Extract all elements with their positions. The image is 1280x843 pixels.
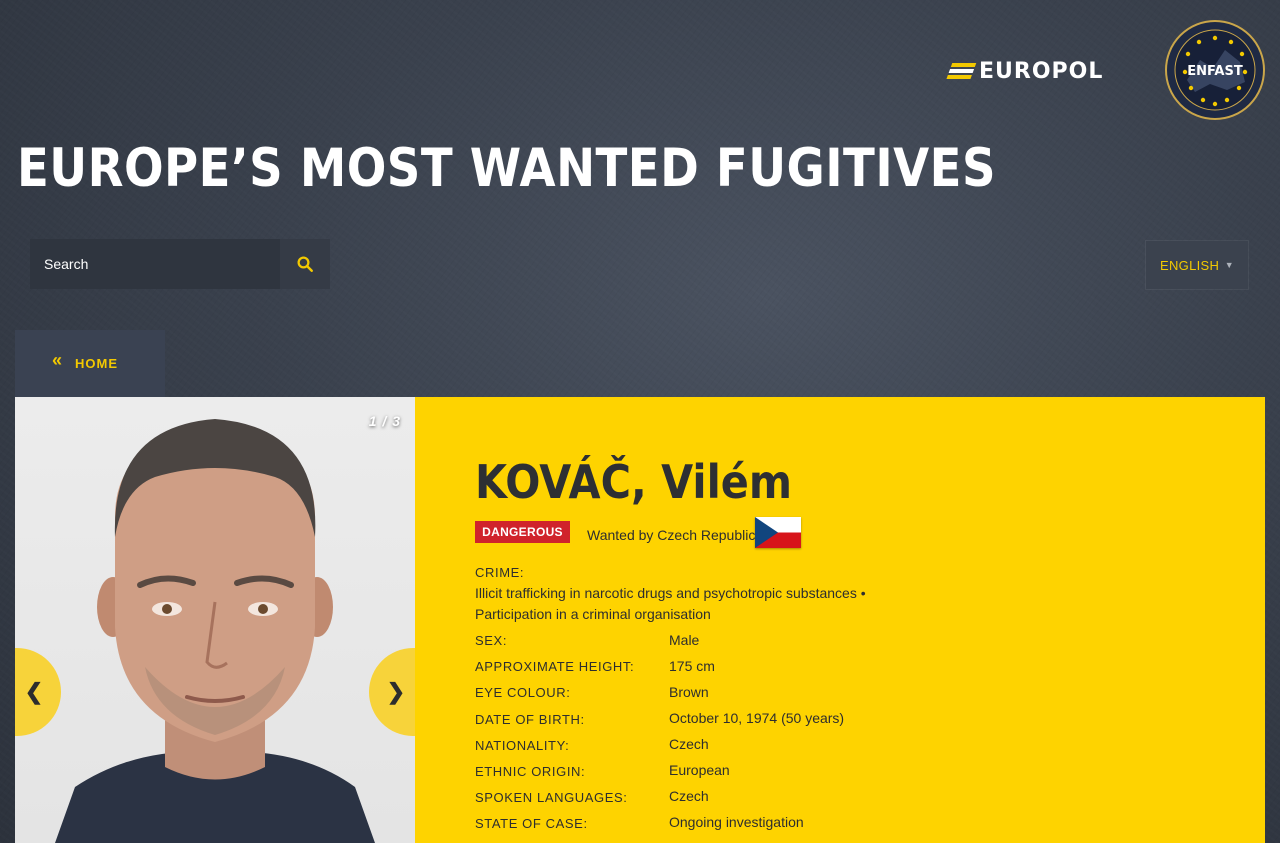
date-of-birth-value: October 10, 1974 (50 years) [669,710,845,726]
state-of-case-label: STATE OF CASE: [475,816,588,831]
crime-value: Illicit trafficking in narcotic drugs an… [475,583,895,625]
fugitive-name: KOVÁČ, Vilém [475,455,793,509]
europol-wordmark: EUROPOL [979,59,1104,84]
europol-logo[interactable]: EUROPOL [946,59,1104,84]
sex-value: Male [669,632,700,648]
crime-line-2: Participation in a criminal organisation [475,606,711,622]
crime-label: CRIME: [475,565,525,580]
spoken-languages-label: SPOKEN LANGUAGES: [475,790,628,805]
nationality-label: NATIONALITY: [475,738,570,753]
chevron-left-icon: ❮ [24,679,44,704]
double-chevron-left-icon: « [51,350,63,370]
crime-line-1: Illicit trafficking in narcotic drugs an… [475,585,866,601]
state-of-case-value: Ongoing investigation [669,814,804,830]
photo-gallery: 1 / 3 ❮ ❯ [15,397,415,843]
ethnic-origin-label: ETHNIC ORIGIN: [475,764,586,779]
search-button[interactable] [280,239,330,289]
search-icon [297,256,313,272]
spoken-languages-value: Czech [669,788,709,804]
eye-colour-label: EYE COLOUR: [475,685,571,700]
wanted-by: Wanted by Czech Republic [587,527,756,543]
ethnic-origin-value: European [669,762,730,778]
status-badge: DANGEROUS [475,521,570,543]
europol-mark-icon [946,63,977,81]
chevron-down-icon: ▼ [1224,260,1234,270]
home-label: HOME [75,356,118,371]
fugitive-photo [55,419,375,843]
fugitive-details: KOVÁČ, Vilém DANGEROUS Wanted by Czech R… [415,397,1265,843]
nationality-value: Czech [669,736,709,752]
chevron-right-icon: ❯ [386,679,406,704]
photo-counter: 1 / 3 [368,413,401,429]
language-select[interactable]: ENGLISH ▼ [1146,241,1248,289]
search-input[interactable] [30,238,280,290]
search-bar [30,238,330,290]
enfast-logo[interactable]: ENFAST [1165,20,1265,120]
czech-flag-icon [755,517,801,548]
language-selected: ENGLISH [1160,257,1220,273]
page-title: EUROPE’S MOST WANTED FUGITIVES [17,138,996,199]
date-of-birth-label: DATE OF BIRTH: [475,712,585,727]
eye-colour-value: Brown [669,684,709,700]
enfast-label: ENFAST [1187,64,1243,79]
height-value: 175 cm [669,658,715,674]
sex-label: SEX: [475,633,508,648]
home-link[interactable]: « HOME [15,330,165,397]
height-label: APPROXIMATE HEIGHT: [475,659,635,674]
